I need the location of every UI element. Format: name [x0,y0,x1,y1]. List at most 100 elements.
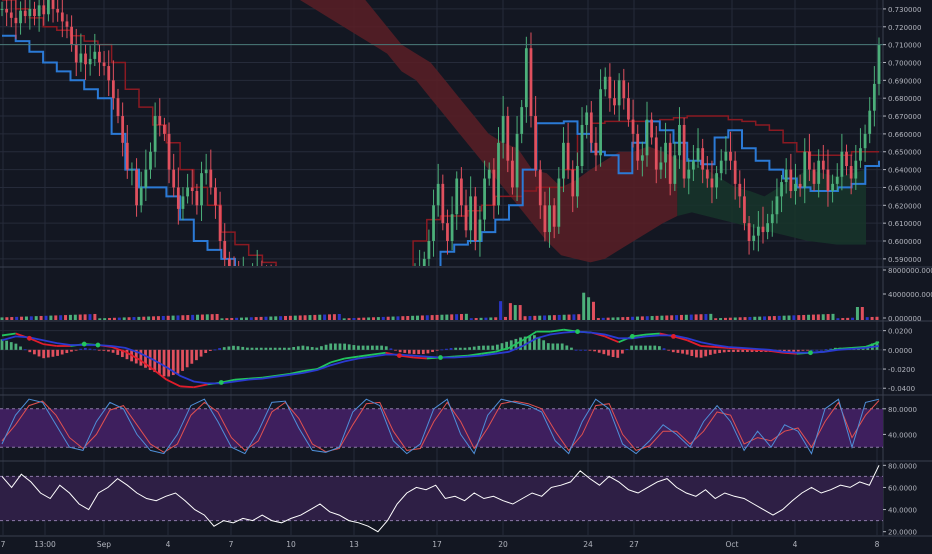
volume-bar[interactable] [528,316,532,320]
candle[interactable] [116,98,120,117]
macd-histogram-bar[interactable] [482,345,485,350]
candle[interactable] [42,5,46,15]
macd-histogram-bar[interactable] [380,345,384,350]
candle[interactable] [167,133,171,170]
candle[interactable] [441,183,445,224]
macd-histogram-bar[interactable] [60,349,64,355]
macd-histogram-bar[interactable] [56,349,59,356]
macd-histogram-bar[interactable] [5,340,9,350]
macd-histogram-bar[interactable] [236,346,240,350]
macd-histogram-bar[interactable] [690,349,694,356]
candle[interactable] [436,183,440,206]
candle[interactable] [487,169,491,179]
candle[interactable] [571,169,575,197]
candle[interactable] [654,137,658,170]
candle[interactable] [524,48,528,108]
candle[interactable] [826,169,830,192]
volume-bar[interactable] [469,318,473,320]
volume-bar[interactable] [313,314,317,320]
volume-bar[interactable] [596,318,600,320]
volume-bar[interactable] [543,315,547,320]
volume-bar[interactable] [753,316,757,320]
volume-bar[interactable] [782,315,786,320]
macd-histogram-bar[interactable] [292,347,296,350]
macd-histogram-bar[interactable] [695,349,698,358]
volume-bar[interactable] [547,315,551,320]
macd-histogram-bar[interactable] [23,349,27,351]
macd-histogram-bar[interactable] [389,348,393,350]
macd-histogram-bar[interactable] [421,349,425,355]
volume-bar[interactable] [572,314,576,320]
volume-bar[interactable] [147,316,151,320]
candle[interactable] [613,98,616,106]
volume-bar[interactable] [5,317,9,320]
volume-bar[interactable] [826,314,830,320]
macd-histogram-bar[interactable] [190,349,194,364]
candle[interactable] [538,169,542,206]
macd-histogram-bar[interactable] [477,345,481,350]
volume-bar[interactable] [430,315,434,320]
candle[interactable] [877,44,881,84]
macd-histogram-bar[interactable] [676,349,680,353]
volume-bar[interactable] [445,314,449,320]
volume-bar[interactable] [161,315,165,320]
candle[interactable] [153,116,157,152]
macd-cross-dot[interactable] [438,355,443,360]
macd-histogram-bar[interactable] [722,349,726,353]
candle[interactable] [65,21,69,27]
macd-histogram-bar[interactable] [347,344,351,350]
macd-cross-dot[interactable] [629,334,635,339]
candle[interactable] [756,226,760,236]
macd-histogram-bar[interactable] [607,349,610,356]
volume-bar[interactable] [342,318,346,320]
macd-histogram-bar[interactable] [0,339,4,350]
candle[interactable] [102,62,106,67]
macd-cross-dot[interactable] [95,342,101,348]
macd-histogram-bar[interactable] [181,349,184,371]
macd-histogram-bar[interactable] [658,346,661,350]
macd-histogram-bar[interactable] [588,349,592,351]
volume-bar[interactable] [855,307,859,320]
macd-histogram-bar[interactable] [74,349,78,351]
volume-bar[interactable] [640,316,644,320]
candle[interactable] [23,10,27,17]
macd-histogram-bar[interactable] [574,349,578,351]
macd-histogram-bar[interactable] [370,345,374,350]
candle[interactable] [761,226,765,233]
candle[interactable] [854,160,858,179]
macd-histogram-bar[interactable] [306,346,309,350]
candle[interactable] [803,151,807,188]
macd-histogram-bar[interactable] [361,345,365,350]
volume-bar[interactable] [679,314,683,320]
candle[interactable] [534,116,538,170]
candle[interactable] [130,169,134,171]
volume-bar[interactable] [870,316,874,320]
volume-bar[interactable] [714,318,718,320]
macd-histogram-bar[interactable] [412,349,416,355]
volume-bar[interactable] [196,314,200,320]
candle[interactable] [28,8,32,17]
macd-histogram-bar[interactable] [204,349,208,354]
candle[interactable] [738,183,742,197]
candle[interactable] [543,205,547,233]
volume-bar[interactable] [24,316,28,320]
volume-bar[interactable] [562,314,566,320]
volume-bar[interactable] [851,317,855,320]
macd-histogram-bar[interactable] [65,349,69,354]
candle[interactable] [659,162,663,170]
volume-bar[interactable] [249,317,253,320]
candle[interactable] [798,183,802,188]
macd-histogram-bar[interactable] [681,349,684,354]
volume-bar[interactable] [68,314,72,320]
volume-bar[interactable] [616,317,620,320]
macd-histogram-bar[interactable] [264,347,268,350]
macd-histogram-bar[interactable] [653,345,657,350]
candle[interactable] [478,219,482,242]
candle[interactable] [172,169,176,188]
volume-bar[interactable] [122,317,126,320]
macd-histogram-bar[interactable] [9,342,13,350]
macd-histogram-bar[interactable] [472,346,476,350]
volume-bar[interactable] [240,317,244,320]
macd-histogram-bar[interactable] [14,343,18,350]
macd-histogram-bar[interactable] [824,349,828,351]
